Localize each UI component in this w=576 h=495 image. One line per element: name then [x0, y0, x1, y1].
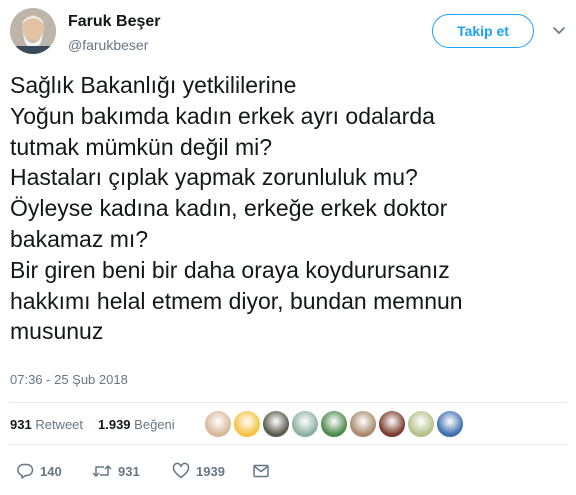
liker-avatar[interactable] [378, 410, 406, 438]
reply-icon [17, 463, 34, 479]
liker-avatar[interactable] [291, 410, 319, 438]
liker-avatar[interactable] [320, 410, 348, 438]
tweet-line: bakamaz mı? [10, 225, 149, 252]
retweet-button[interactable]: 931 [92, 462, 140, 480]
reply-count: 140 [40, 463, 62, 479]
retweet-icon [92, 464, 112, 478]
avatar[interactable] [10, 8, 56, 54]
follow-button[interactable]: Takip et [432, 14, 534, 48]
tweet-text: Sağlık Bakanlığı yetkililerine Yoğun bak… [10, 70, 566, 347]
tweet-line: tutmak mümkün değil mi? [10, 133, 273, 160]
heart-icon [172, 462, 190, 479]
liker-avatar[interactable] [262, 410, 290, 438]
tweet-line: Sağlık Bakanlığı yetkililerine [10, 72, 297, 98]
liker-avatar[interactable] [407, 410, 435, 438]
retweet-stat-count: 931 [10, 417, 32, 432]
user-handle[interactable]: @farukbeser [68, 37, 148, 53]
chevron-down-icon[interactable] [552, 24, 566, 38]
retweet-count: 931 [118, 463, 140, 479]
like-stat-label: Beğeni [134, 417, 175, 432]
tweet-line: Öyleyse kadına kadın, erkeğe erkek dokto… [10, 195, 448, 222]
liker-avatar[interactable] [436, 410, 464, 438]
envelope-icon [253, 464, 269, 478]
tweet-header: Faruk Beşer @farukbeser Takip et [10, 8, 566, 58]
like-count: 1939 [196, 463, 225, 479]
tweet-timestamp[interactable]: 07:36 - 25 Şub 2018 [10, 372, 128, 387]
liker-avatar[interactable] [349, 410, 377, 438]
direct-message-button[interactable] [252, 462, 270, 480]
liker-avatar[interactable] [204, 410, 232, 438]
retweet-stat-label: Retweet [35, 417, 84, 432]
divider [10, 402, 566, 403]
tweet-stats: 931 Retweet 1.939 Beğeni [10, 406, 566, 442]
tweet-actions: 140 931 1939 [10, 460, 566, 486]
divider [10, 444, 566, 445]
retweet-stat[interactable]: 931 Retweet [10, 417, 83, 432]
reply-button[interactable]: 140 [16, 462, 62, 480]
like-stat-count: 1.939 [98, 417, 131, 432]
tweet-line: hakkımı helal etmem diyor, bundan memnun [10, 287, 463, 314]
like-button[interactable]: 1939 [172, 462, 225, 480]
like-stat[interactable]: 1.939 Beğeni [98, 417, 175, 432]
tweet-line: Bir giren beni bir daha oraya koydurursa… [10, 256, 450, 283]
liker-avatar[interactable] [233, 410, 261, 438]
tweet-line: musunuz [10, 318, 104, 345]
tweet-line: Yoğun bakımda kadın erkek ayrı odalarda [10, 102, 435, 129]
tweet-line: Hastaları çıplak yapmak zorunluluk mu? [10, 164, 418, 191]
user-name[interactable]: Faruk Beşer [68, 13, 161, 31]
